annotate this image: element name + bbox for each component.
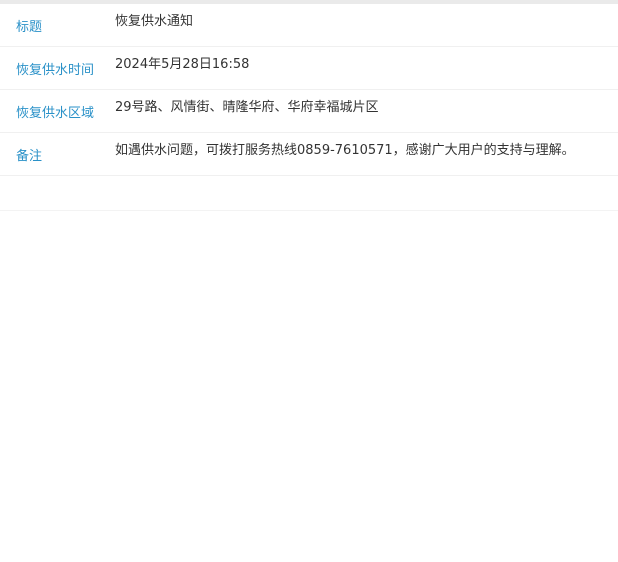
row-restore-area: 恢复供水区域 29号路、风情街、晴隆华府、华府幸福城片区 [0, 90, 618, 133]
notice-detail-table: 标题 恢复供水通知 恢复供水时间 2024年5月28日16:58 恢复供水区域 … [0, 4, 618, 176]
restore-area-value: 29号路、风情街、晴隆华府、华府幸福城片区 [115, 100, 379, 115]
title-value: 恢复供水通知 [115, 14, 194, 29]
bottom-divider [0, 210, 618, 211]
restore-time-label: 恢复供水时间 [16, 63, 95, 78]
title-label: 标题 [16, 20, 43, 35]
row-title: 标题 恢复供水通知 [0, 4, 618, 47]
restore-time-value: 2024年5月28日16:58 [115, 57, 250, 72]
remarks-label: 备注 [16, 149, 43, 164]
row-restore-time: 恢复供水时间 2024年5月28日16:58 [0, 47, 618, 90]
restore-area-label: 恢复供水区域 [16, 106, 95, 121]
row-remarks: 备注 如遇供水问题，可拨打服务热线0859-7610571，感谢广大用户的支持与… [0, 133, 618, 176]
remarks-value: 如遇供水问题，可拨打服务热线0859-7610571，感谢广大用户的支持与理解。 [115, 143, 575, 158]
